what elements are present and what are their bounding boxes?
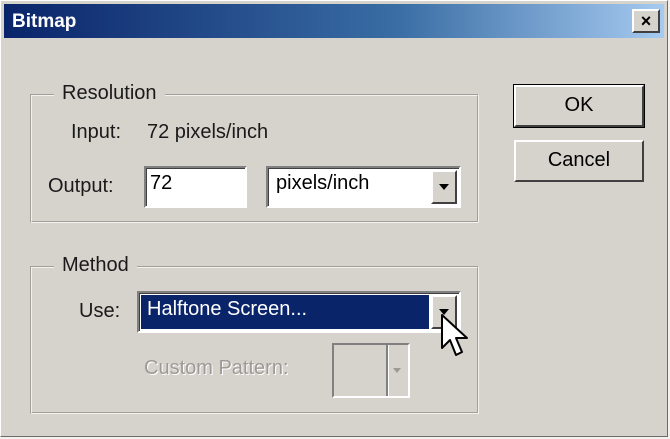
- cancel-button[interactable]: Cancel: [514, 140, 644, 182]
- output-unit-select[interactable]: pixels/inch: [266, 166, 461, 208]
- input-label: Input:: [71, 121, 122, 143]
- chevron-down-icon: [393, 367, 401, 373]
- close-button[interactable]: ×: [632, 9, 660, 33]
- bitmap-dialog: Bitmap × Resolution Input: 72 pixels/inc…: [0, 0, 668, 437]
- close-icon: ×: [640, 11, 652, 31]
- ok-button-label: OK: [564, 94, 594, 116]
- method-use-selected: Halftone Screen...: [141, 295, 429, 329]
- resolution-legend: Resolution: [54, 82, 165, 105]
- output-unit-dropdown-button[interactable]: [431, 170, 457, 204]
- custom-pattern-divider: [386, 345, 389, 396]
- output-label: Output:: [48, 175, 114, 197]
- input-resolution-value: 72 pixels/inch: [147, 121, 269, 143]
- method-group: Method: [30, 254, 479, 414]
- mouse-pointer-icon: [441, 314, 468, 356]
- output-unit-value: pixels/inch: [276, 172, 370, 194]
- window-title: Bitmap: [12, 11, 77, 32]
- output-resolution-value: 72: [150, 172, 173, 194]
- method-use-value: Halftone Screen...: [147, 298, 308, 320]
- cancel-button-label: Cancel: [547, 149, 611, 171]
- use-label: Use:: [79, 300, 121, 322]
- method-use-select[interactable]: Halftone Screen...: [137, 291, 461, 333]
- custom-pattern-label: Custom Pattern:: [144, 357, 289, 379]
- method-legend: Method: [54, 254, 137, 277]
- title-bar[interactable]: Bitmap ×: [4, 4, 664, 38]
- output-resolution-field[interactable]: 72: [144, 166, 247, 208]
- chevron-down-icon: [439, 184, 449, 190]
- custom-pattern-select[interactable]: [332, 343, 410, 398]
- ok-button[interactable]: OK: [513, 84, 645, 128]
